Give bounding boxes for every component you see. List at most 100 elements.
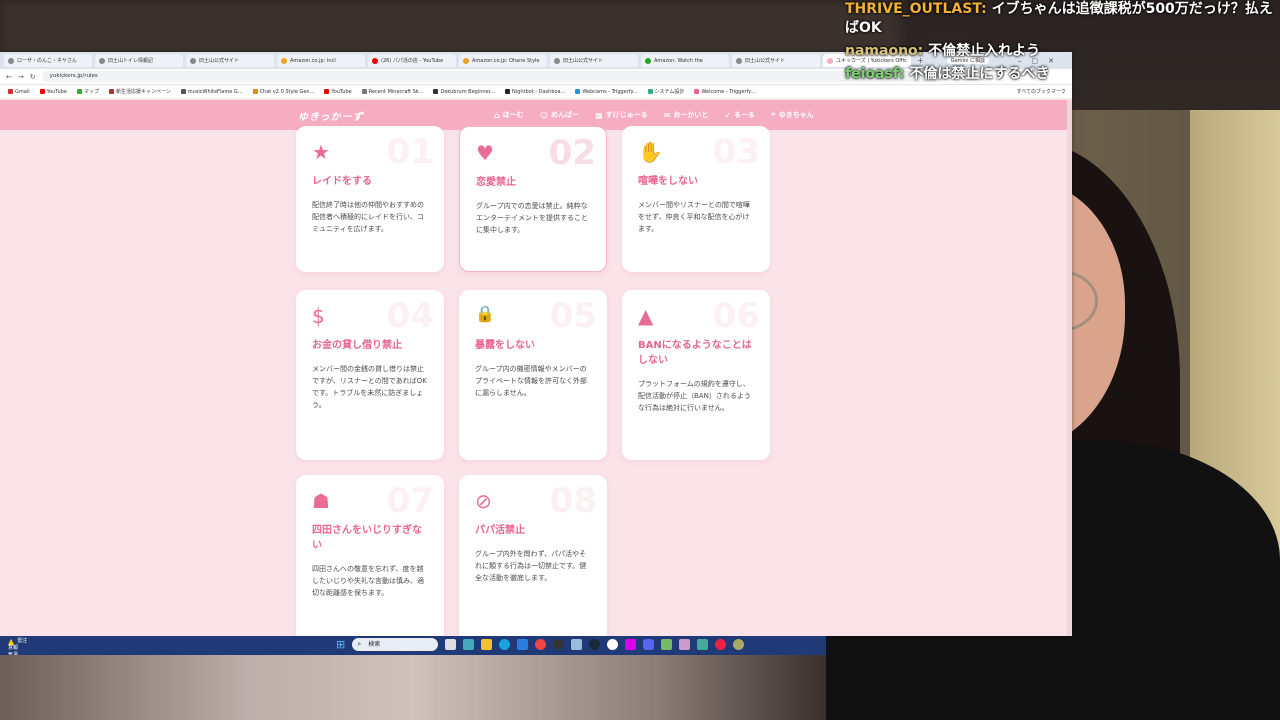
tab-favicon-icon <box>8 57 14 64</box>
chat-username: namaono: <box>845 43 924 59</box>
bookmark-item[interactable]: musicWhiteFlame G... <box>180 88 243 95</box>
tab-favicon-icon <box>190 57 196 64</box>
task-view-icon[interactable] <box>445 639 457 650</box>
windows-start-icon[interactable]: ⊞ <box>336 638 345 651</box>
bookmark-item[interactable]: 新生活応援キャンペーン <box>108 88 171 95</box>
contact-icon: ❝ <box>771 110 776 120</box>
nav-link-rules[interactable]: ✓ るーる <box>724 110 755 120</box>
url-field[interactable]: yukickers.jp/rules <box>41 71 942 82</box>
site-logo[interactable]: ゆきっかーず <box>298 108 364 123</box>
bookmark-item[interactable]: Chat v2.0 Style Gen... <box>252 88 314 95</box>
bookmark-favicon-icon <box>361 88 367 94</box>
app-icon[interactable] <box>733 639 745 650</box>
nav-link-label: すけじゅーる <box>605 111 648 119</box>
app-icon[interactable] <box>697 639 709 650</box>
star-icon: ★ <box>312 140 330 164</box>
nav-link-schedule[interactable]: ▦ すけじゅーる <box>595 110 648 120</box>
bookmark-label: Webcams - Triggerfy... <box>582 88 638 95</box>
bookmark-label: YouTube <box>331 88 352 95</box>
chat-message: THRIVE_OUTLAST: イブちゃんは追徴課税が500万だっけ？払えばOK <box>845 0 1280 38</box>
back-icon[interactable]: ← <box>6 73 12 81</box>
browser-tab[interactable]: ローザ・のんこ・ネヤさん <box>4 54 92 67</box>
browser-tab[interactable]: Amazon: Watch the <box>641 54 729 67</box>
rule-description: グループ内外を問わず、パパ活やそれに類する行為は一切禁止です。健全な活動を徹底し… <box>475 550 587 582</box>
tab-label: 旧土山公式サイト <box>563 58 604 64</box>
bookmark-item[interactable]: システム設計 <box>647 88 684 95</box>
taskbar-apps: ⊞ ⌕ 検索 <box>336 638 745 651</box>
app-icon[interactable] <box>715 639 727 650</box>
bookmark-favicon-icon <box>505 88 511 94</box>
chat-text: 不倫禁止入れよう <box>928 43 1041 59</box>
tab-favicon-icon <box>281 57 287 64</box>
bookmark-favicon-icon <box>324 88 330 94</box>
all-bookmarks-link[interactable]: すべてのブックマーク <box>1017 88 1066 95</box>
browser-tab[interactable]: 旧土山トイレ情報記 <box>95 54 183 67</box>
app-icon[interactable] <box>571 639 583 650</box>
bookmark-item[interactable]: Gmail <box>8 88 30 95</box>
bookmark-item[interactable]: Webcams - Triggerfy... <box>575 88 638 95</box>
obs-icon[interactable] <box>553 639 565 650</box>
bookmark-label: 新生活応援キャンペーン <box>115 89 171 95</box>
weather-warning-icon: ▲ <box>8 637 15 646</box>
nav-link-label: るーる <box>734 111 756 119</box>
browser-tab[interactable]: 旧土山公式サイト <box>186 54 274 67</box>
app-icon[interactable] <box>661 639 673 650</box>
steam-icon[interactable] <box>589 639 601 650</box>
bookmark-favicon-icon <box>252 88 258 94</box>
taskbar-search[interactable]: ⌕ 検索 <box>352 638 439 651</box>
browser-tab[interactable]: Amazon.co.jp: Incl <box>277 54 365 67</box>
bookmark-item[interactable]: Recent Minecraft Sk... <box>361 88 423 95</box>
discord-icon[interactable] <box>643 639 655 650</box>
news-icon: ✉ <box>663 110 671 120</box>
bookmark-item[interactable]: YouTube <box>324 88 352 95</box>
bookmark-label: Gmail <box>15 88 30 95</box>
app-icon[interactable] <box>607 639 619 650</box>
store-icon[interactable] <box>517 639 529 650</box>
rule-description: プラットフォームの規約を遵守し、配信活動が停止（BAN）されるような行為は絶対に… <box>638 380 751 412</box>
nav-link-home[interactable]: ⌂ ほーむ <box>494 110 524 120</box>
bookmark-label: musicWhiteFlame G... <box>187 88 243 95</box>
rule-description: グループ内の機密情報やメンバーのプライベートな情報を許可なく外部に漏らしません。 <box>475 365 587 397</box>
file-explorer-icon[interactable] <box>481 639 493 650</box>
tab-favicon-icon <box>554 57 560 64</box>
rule-title: お金の貸し借り禁止 <box>312 340 402 351</box>
reload-icon[interactable]: ↻ <box>30 73 36 81</box>
tab-favicon-icon <box>736 57 742 64</box>
tab-label: 旧土山トイレ情報記 <box>108 58 154 64</box>
user-shield-icon: ☗ <box>312 489 330 513</box>
bookmark-favicon-icon <box>647 89 653 94</box>
warning-icon: ▲ <box>638 304 654 328</box>
chrome-icon[interactable] <box>535 639 547 650</box>
browser-tab[interactable]: 旧土山公式サイト <box>732 54 820 67</box>
search-icon: ⌕ <box>357 640 362 648</box>
heart-icon: ♥ <box>476 141 494 165</box>
browser-tab[interactable]: 旧土山公式サイト <box>550 54 638 67</box>
background-blur-bottom <box>0 655 826 720</box>
bookmark-favicon-icon <box>694 88 700 94</box>
nav-link-contact[interactable]: ❝ ゆきちゃん <box>771 110 814 120</box>
nav-link-members[interactable]: ☺ めんばー <box>540 110 579 120</box>
bookmark-item[interactable]: Welcome - Triggerfy... <box>694 88 755 95</box>
browser-tab[interactable]: Amazon.co.jp: Ohane Style <box>459 54 547 67</box>
bookmark-item[interactable]: Dekubrum Beginner... <box>433 88 495 95</box>
widgets-icon[interactable] <box>463 639 475 650</box>
rule-title: 暴露をしない <box>475 340 535 351</box>
bookmark-item[interactable]: YouTube <box>39 88 67 95</box>
bookmark-label: Nightbot - Dashboa... <box>512 88 566 95</box>
tab-label: ローザ・のんこ・ネヤさん <box>17 58 77 64</box>
edge-icon[interactable] <box>499 639 511 650</box>
tab-label: Amazon.co.jp: Ohane Style <box>472 57 540 64</box>
bookmark-item[interactable]: Nightbot - Dashboa... <box>505 88 566 95</box>
stream-chat-overlay: THRIVE_OUTLAST: イブちゃんは追徴課税が500万だっけ？払えばOK… <box>845 0 1280 88</box>
page-scrollbar[interactable] <box>1067 100 1072 636</box>
app-icon[interactable] <box>625 639 637 650</box>
tab-label: Amazon.co.jp: Incl <box>290 57 336 64</box>
browser-tab[interactable]: (26) パパ活の店 - YouTube <box>368 54 456 67</box>
rule-card: 01 ★ レイドをする 配信終了時は他の仲間やおすすめの配信者へ積極的にレイドを… <box>296 126 444 272</box>
forward-icon[interactable]: → <box>18 73 24 81</box>
app-icon[interactable] <box>679 639 691 650</box>
nav-link-news[interactable]: ✉ おーかいと <box>664 110 709 120</box>
bookmark-favicon-icon <box>180 88 186 94</box>
search-placeholder: 検索 <box>368 641 381 648</box>
bookmark-item[interactable]: マップ <box>76 88 99 95</box>
